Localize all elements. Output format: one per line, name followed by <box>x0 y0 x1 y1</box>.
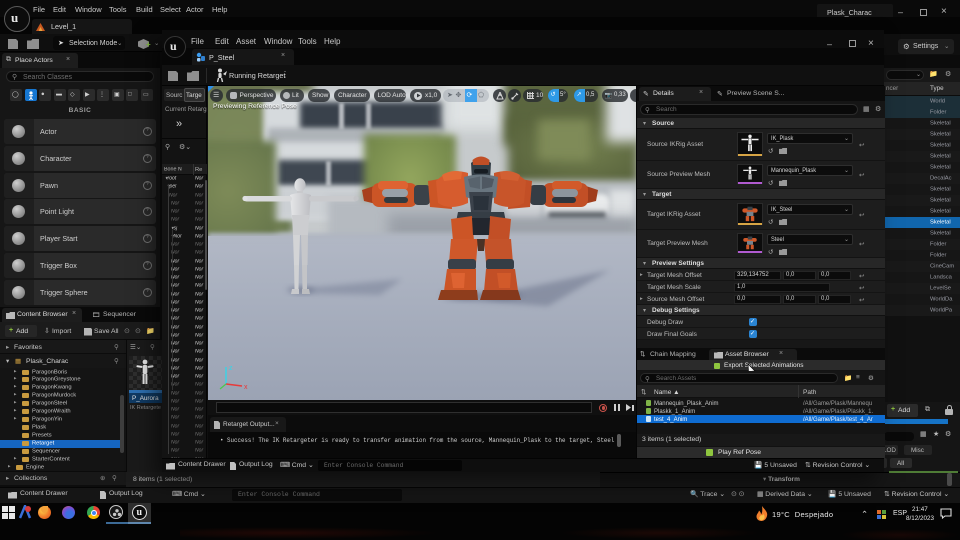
svg-text:z: z <box>229 365 233 372</box>
svg-text:x: x <box>244 384 248 391</box>
